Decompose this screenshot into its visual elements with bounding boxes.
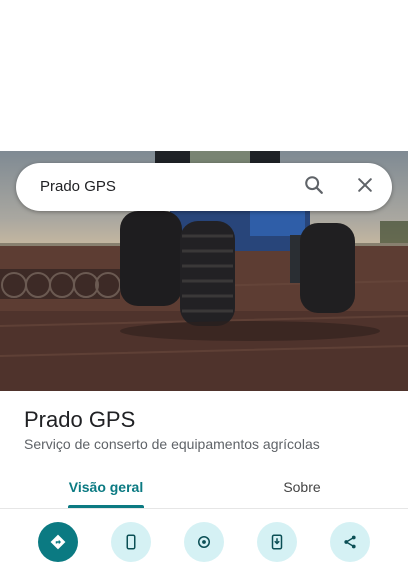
search-bar[interactable]: Prado GPS [16, 163, 392, 211]
directions-button[interactable] [38, 522, 78, 562]
share-button[interactable] [330, 522, 370, 562]
tab-overview[interactable]: Visão geral [66, 466, 146, 508]
send-to-phone-button[interactable] [257, 522, 297, 562]
search-icon [303, 174, 325, 201]
directions-icon [49, 522, 67, 556]
place-title: Prado GPS [24, 407, 136, 432]
clear-search-button[interactable] [351, 173, 379, 201]
close-icon [355, 175, 375, 200]
tab-about[interactable]: Sobre [270, 466, 334, 507]
tab-overview-label: Visão geral [68, 478, 144, 495]
active-tab-indicator [68, 505, 144, 508]
save-to-phone-icon [268, 522, 286, 556]
phone-icon [122, 522, 140, 556]
map-blank-area [0, 0, 408, 151]
search-button[interactable] [300, 173, 328, 201]
share-icon [341, 522, 359, 556]
place-category: Serviço de conserto de equipamentos agrí… [24, 436, 320, 452]
tab-bar: Visão geral Sobre [0, 466, 408, 509]
search-input[interactable]: Prado GPS [40, 178, 116, 195]
location-share-icon [195, 522, 213, 556]
tab-about-label: Sobre [283, 478, 321, 495]
action-buttons-row [0, 520, 408, 562]
share-location-button[interactable] [184, 522, 224, 562]
call-button[interactable] [111, 522, 151, 562]
